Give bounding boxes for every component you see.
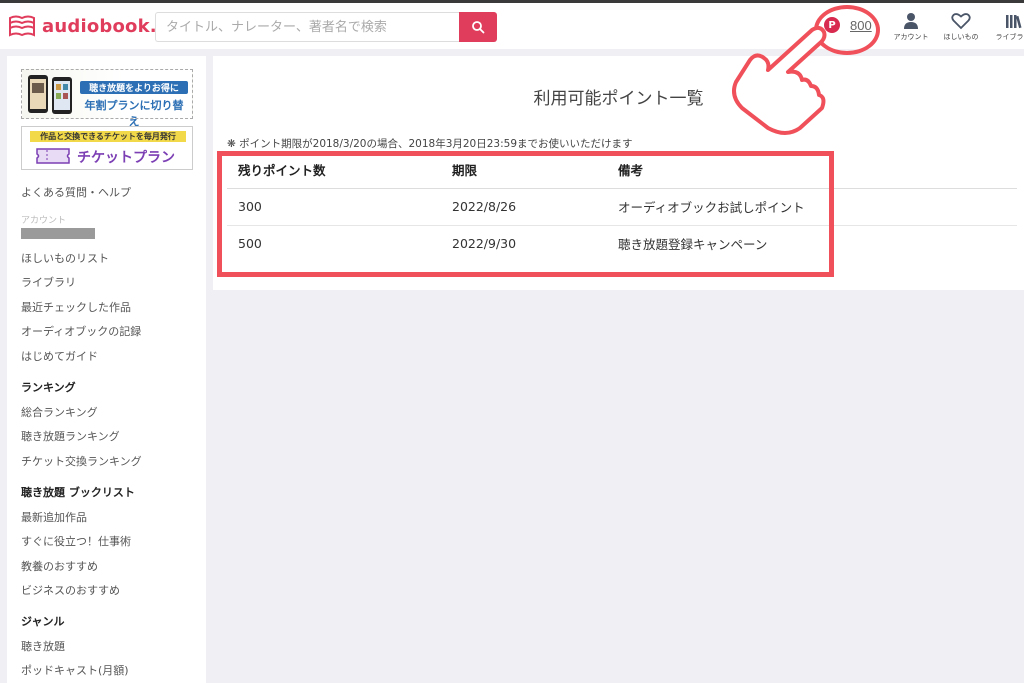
nav-library-label: ライブラリ — [995, 33, 1024, 41]
points-expiry-note: ❋ ポイント期限が2018/3/20の場合、2018年3月20日23:59までお… — [227, 136, 633, 151]
section-title-booklist: 聴き放題 ブックリスト — [21, 486, 135, 499]
page-title: 利用可能ポイント一覧 — [533, 89, 704, 109]
search-icon — [472, 21, 485, 34]
nav-wishlist[interactable]: ほしいもの — [936, 12, 986, 42]
book-logo-icon — [9, 15, 35, 37]
sidebar-item-wishlist[interactable]: ほしいものリスト — [21, 250, 109, 266]
subscription-banner[interactable]: 聴き放題をよりお得に 年割プランに切り替え — [21, 69, 193, 128]
note-text: ポイント期限が2018/3/20の場合、2018年3月20日23:59までお使い… — [239, 138, 633, 150]
library-icon — [1006, 15, 1022, 29]
phones-illustration-icon — [28, 75, 72, 114]
section-title-genre: ジャンル — [21, 615, 65, 628]
nav-library[interactable]: ライブラリ — [988, 12, 1024, 42]
nav-account[interactable]: アカウント — [886, 12, 936, 42]
annotation-highlight-box — [217, 151, 834, 277]
sidebar-item-library[interactable]: ライブラリ — [21, 274, 76, 290]
section-title-ranking: ランキング — [21, 381, 76, 394]
subscription-banner-line1: 聴き放題をよりお得に — [80, 81, 188, 94]
sidebar-item-getting-started[interactable]: はじめてガイド — [21, 348, 98, 364]
search-input[interactable] — [155, 12, 459, 42]
nav-account-label: アカウント — [893, 33, 929, 41]
sidebar: 聴き放題をよりお得に 年割プランに切り替え 作品と交換できるチケットを毎月発行 … — [7, 56, 206, 683]
sidebar-item-recently-viewed[interactable]: 最近チェックした作品 — [21, 299, 131, 315]
note-bullet-icon: ❋ — [227, 138, 240, 150]
account-label: アカウント — [21, 216, 67, 226]
site-logo[interactable]: audiobook.jp — [8, 14, 176, 38]
search-button[interactable] — [459, 12, 497, 42]
sidebar-item-overall-ranking[interactable]: 総合ランキング — [21, 404, 98, 420]
ticket-plan-banner[interactable]: 作品と交換できるチケットを毎月発行 チケットプラン — [21, 126, 193, 170]
sidebar-item-work-skills[interactable]: すぐに役立つ！仕事術 — [21, 533, 131, 549]
sidebar-item-liberal-arts[interactable]: 教養のおすすめ — [21, 558, 98, 574]
ticket-icon — [36, 148, 70, 164]
ticket-banner-line2: チケットプラン — [77, 150, 175, 166]
redacted-account-name — [21, 228, 95, 239]
sidebar-item-unlimited-ranking[interactable]: 聴き放題ランキング — [21, 428, 120, 444]
heart-icon — [951, 13, 971, 30]
nav-wishlist-label: ほしいもの — [943, 33, 979, 41]
sidebar-item-podcast[interactable]: ポッドキャスト(月額) — [21, 662, 129, 678]
help-link[interactable]: よくある質問・ヘルプ — [21, 184, 131, 200]
sidebar-item-unlimited[interactable]: 聴き放題 — [21, 638, 65, 654]
ticket-banner-line1: 作品と交換できるチケットを毎月発行 — [30, 131, 186, 142]
person-icon — [904, 13, 918, 29]
subscription-banner-line2: 年割プランに切り替え — [84, 99, 184, 128]
sidebar-item-audiobook-record[interactable]: オーディオブックの記録 — [21, 323, 141, 339]
search-bar — [155, 12, 497, 42]
pointing-hand-icon — [732, 25, 827, 135]
sidebar-item-ticket-ranking[interactable]: チケット交換ランキング — [21, 453, 142, 469]
sidebar-item-newest[interactable]: 最新追加作品 — [21, 509, 87, 525]
sidebar-item-business[interactable]: ビジネスのおすすめ — [21, 582, 120, 598]
site-header: audiobook.jp P 800 アカウント ほしいもの — [0, 3, 1024, 55]
